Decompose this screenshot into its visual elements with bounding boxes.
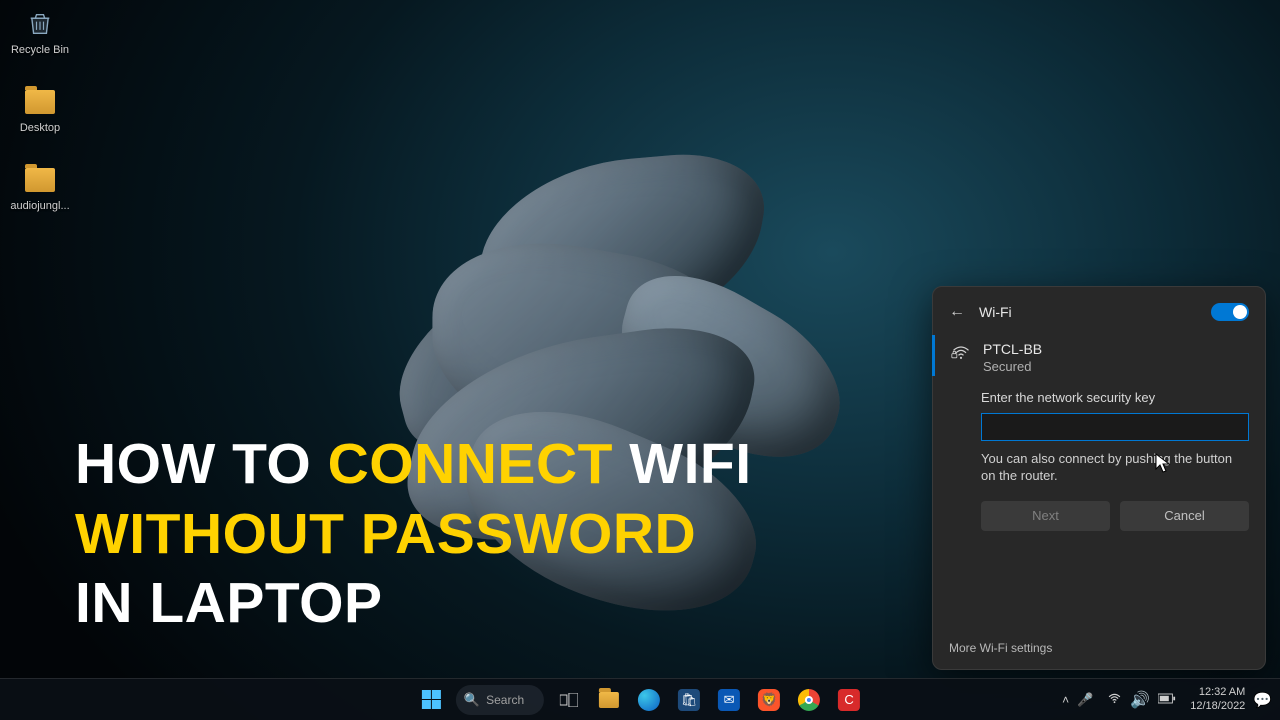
taskbar-clock[interactable]: 12:32 AM 12/18/2022 [1190,686,1245,712]
mouse-cursor-icon [1154,452,1172,480]
security-key-input[interactable] [981,413,1249,441]
taskbar-system-tray: ˄ 🎤 🔊 12:32 AM 12/18/2022 💬 [1062,686,1272,714]
mail-button[interactable]: ✉ [710,681,748,719]
recycle-bin-icon [24,8,56,40]
network-name-label: PTCL-BB [983,341,1249,357]
search-icon: 🔍 [464,692,480,708]
edge-icon [638,689,660,711]
battery-tray-icon [1158,691,1176,709]
task-view-icon [558,689,580,711]
comodo-button[interactable]: C [830,681,868,719]
chrome-icon [798,689,820,711]
chrome-button[interactable] [790,681,828,719]
wps-hint-label: You can also connect by pushing the butt… [981,451,1249,485]
security-key-area: Enter the network security key You can a… [933,376,1265,531]
security-prompt-label: Enter the network security key [981,390,1249,405]
brave-button[interactable]: 🦁 [750,681,788,719]
network-status-label: Secured [983,359,1249,374]
windows-logo-icon [421,690,440,709]
start-button[interactable] [412,681,450,719]
tray-overflow-chevron-icon[interactable]: ˄ [1062,693,1069,707]
desktop-icon-label: Recycle Bin [11,44,69,56]
search-placeholder: Search [486,693,534,707]
taskbar-time: 12:32 AM [1190,686,1245,699]
shield-c-icon: C [838,689,860,711]
taskbar: 🔍 Search 🛍 ✉ 🦁 C ˄ 🎤 🔊 12:32 AM 12/18/20… [0,678,1280,720]
store-icon: 🛍 [678,689,700,711]
taskbar-date: 12/18/2022 [1190,700,1245,713]
folder-icon [24,86,56,118]
more-wifi-settings-link[interactable]: More Wi-Fi settings [933,627,1265,669]
network-volume-tray[interactable]: 🔊 [1101,686,1182,714]
mail-icon: ✉ [718,689,740,711]
tray-mic-icon[interactable]: 🎤 [1077,692,1093,708]
file-explorer-button[interactable] [590,681,628,719]
wifi-panel-header: ← Wi-Fi [933,299,1265,335]
brave-icon: 🦁 [758,689,780,711]
desktop-background: Recycle Bin Desktop audiojungl... HOW TO… [0,0,1280,720]
wifi-toggle-switch[interactable] [1211,303,1249,321]
taskbar-search[interactable]: 🔍 Search [456,685,544,715]
wifi-tray-icon [1107,691,1122,709]
cancel-button[interactable]: Cancel [1120,501,1249,531]
desktop-icon-folder-desktop[interactable]: Desktop [8,86,72,134]
back-arrow-icon[interactable]: ← [949,303,965,321]
desktop-icon-recycle-bin[interactable]: Recycle Bin [8,8,72,56]
thumbnail-title-overlay: HOW TO CONNECT WIFI WITHOUT PASSWORD IN … [75,430,752,639]
wifi-network-item[interactable]: PTCL-BB Secured [932,335,1265,376]
next-button[interactable]: Next [981,501,1110,531]
desktop-icon-label: audiojungl... [10,200,69,212]
taskbar-center-items: 🔍 Search 🛍 ✉ 🦁 C [412,681,868,719]
desktop-icon-label: Desktop [20,122,60,134]
folder-icon [24,164,56,196]
folder-icon [598,689,620,711]
wifi-quick-panel: ← Wi-Fi PTCL-BB Secured Enter the networ… [932,286,1266,670]
store-button[interactable]: 🛍 [670,681,708,719]
desktop-icon-folder-audiojungle[interactable]: audiojungl... [8,164,72,212]
task-view-button[interactable] [550,681,588,719]
edge-button[interactable] [630,681,668,719]
volume-tray-icon: 🔊 [1130,690,1150,710]
notifications-icon[interactable]: 💬 [1253,691,1272,709]
wifi-secured-icon [951,343,971,374]
wifi-panel-title: Wi-Fi [979,304,1197,320]
desktop-icons-column: Recycle Bin Desktop audiojungl... [8,8,72,212]
